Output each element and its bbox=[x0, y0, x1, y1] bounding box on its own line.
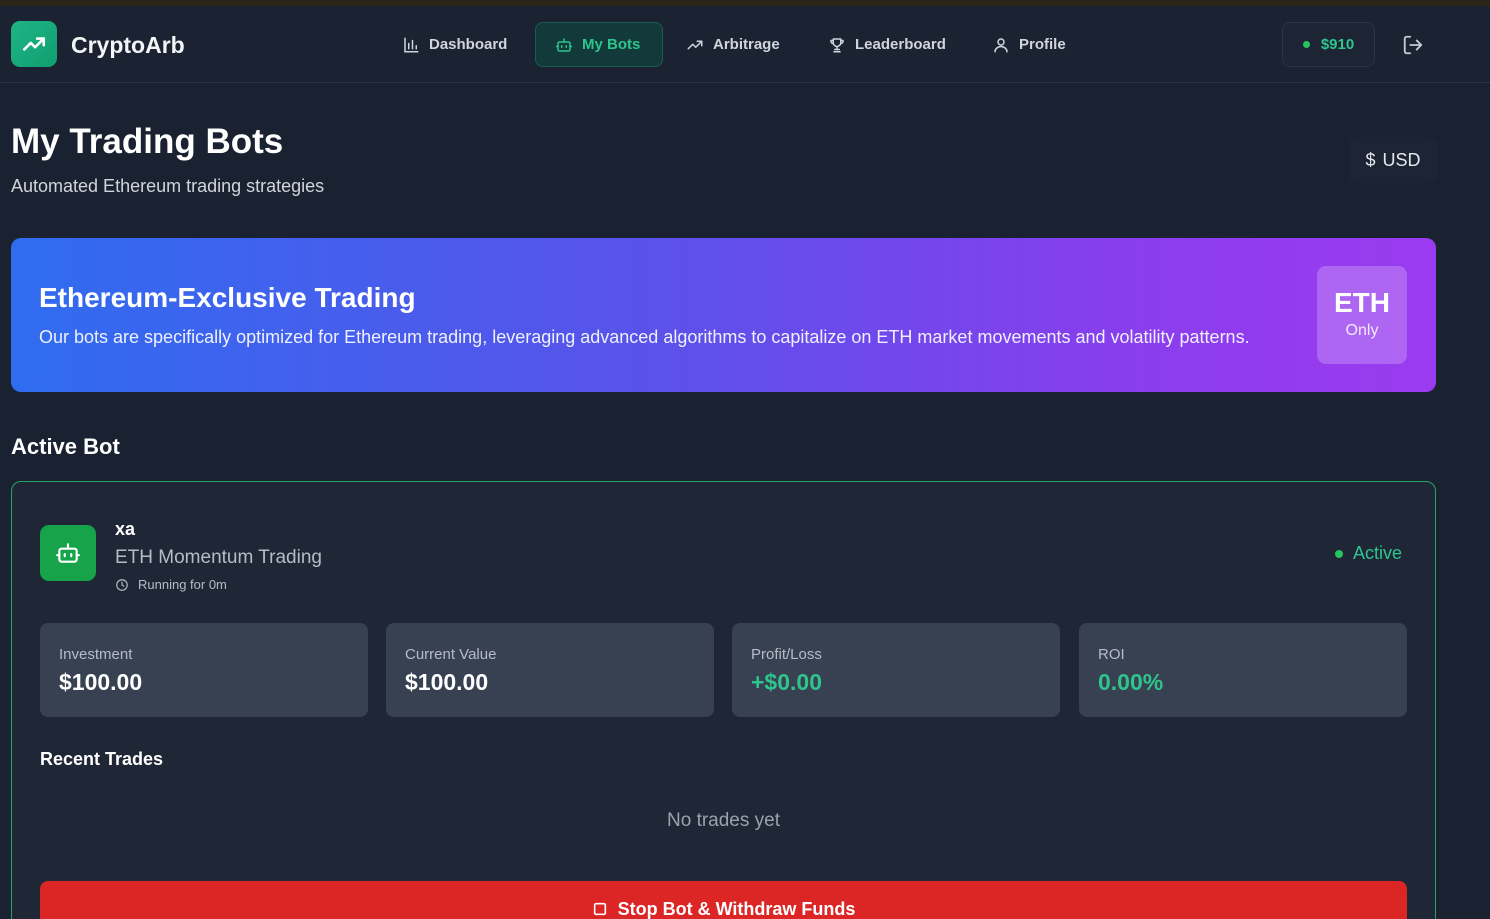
bar-chart-icon bbox=[404, 37, 419, 52]
logout-icon bbox=[1403, 35, 1423, 55]
stat-value: +$0.00 bbox=[751, 669, 822, 695]
stat-value: $100.00 bbox=[405, 669, 489, 695]
nav-profile-label: Profile bbox=[1019, 36, 1066, 53]
stat-value: $100.00 bbox=[59, 669, 143, 695]
stat-roi: ROI 0.00% bbox=[1079, 623, 1407, 717]
nav-dashboard[interactable]: Dashboard bbox=[390, 22, 519, 67]
nav-dashboard-label: Dashboard bbox=[429, 36, 508, 53]
stat-profit-loss: Profit/Loss +$0.00 bbox=[732, 623, 1060, 717]
nav-leaderboard[interactable]: Leaderboard bbox=[816, 22, 958, 67]
brand-name[interactable]: CryptoArb bbox=[71, 32, 185, 59]
status-dot bbox=[1302, 41, 1310, 48]
page-subtitle: Automated Ethereum trading strategies bbox=[11, 176, 325, 196]
page-title: My Trading Bots bbox=[11, 122, 284, 161]
banner-title: Ethereum-Exclusive Trading bbox=[39, 282, 416, 313]
trending-up-icon bbox=[687, 40, 703, 49]
eth-banner: Ethereum-Exclusive Trading Our bots are … bbox=[11, 238, 1436, 392]
eth-badge-sub: Only bbox=[1345, 322, 1379, 339]
stat-value: 0.00% bbox=[1098, 669, 1164, 695]
trending-up-icon bbox=[22, 37, 46, 51]
logout-button[interactable] bbox=[1402, 34, 1424, 61]
stat-label: ROI bbox=[1098, 646, 1125, 663]
bot-status-label: Active bbox=[1353, 543, 1403, 563]
stat-label: Investment bbox=[59, 646, 133, 663]
stop-bot-button[interactable]: Stop Bot & Withdraw Funds bbox=[40, 881, 1407, 919]
logo[interactable] bbox=[11, 21, 57, 67]
stat-label: Current Value bbox=[405, 646, 497, 663]
stat-label: Profit/Loss bbox=[751, 646, 822, 663]
nav-profile[interactable]: Profile bbox=[980, 22, 1078, 67]
nav-leaderboard-label: Leaderboard bbox=[855, 36, 946, 53]
dollar-icon: $ bbox=[1365, 149, 1376, 170]
bot-name: xa bbox=[115, 519, 136, 539]
bot-avatar bbox=[40, 525, 96, 581]
stop-bot-label: Stop Bot & Withdraw Funds bbox=[617, 899, 856, 919]
bot-icon bbox=[56, 543, 80, 563]
clock-icon bbox=[116, 578, 128, 591]
stop-icon bbox=[593, 902, 606, 916]
bot-running-label: Running for 0m bbox=[138, 577, 227, 592]
recent-trades-heading: Recent Trades bbox=[40, 749, 164, 769]
currency-selector[interactable]: $ USD bbox=[1349, 137, 1437, 183]
eth-only-badge: ETH Only bbox=[1317, 266, 1407, 364]
nav-my-bots-label: My Bots bbox=[582, 36, 641, 53]
user-icon bbox=[994, 37, 1008, 52]
top-navbar: CryptoArb Dashboard My Bots Arbitrage Le… bbox=[0, 6, 1490, 83]
eth-badge-main: ETH bbox=[1334, 287, 1390, 318]
nav-arbitrage[interactable]: Arbitrage bbox=[674, 22, 792, 67]
status-dot bbox=[1335, 549, 1343, 558]
nav-my-bots[interactable]: My Bots bbox=[535, 22, 663, 67]
active-bot-heading: Active Bot bbox=[11, 434, 120, 459]
banner-text: Our bots are specifically optimized for … bbox=[39, 327, 1250, 347]
trophy-icon bbox=[830, 37, 844, 52]
bot-running-time: Running for 0m bbox=[115, 577, 227, 592]
nav-arbitrage-label: Arbitrage bbox=[713, 36, 780, 53]
bot-icon bbox=[555, 37, 573, 52]
stat-current-value: Current Value $100.00 bbox=[386, 623, 714, 717]
balance-value: $910 bbox=[1320, 36, 1355, 53]
no-trades-message: No trades yet bbox=[667, 810, 780, 831]
bot-status: Active bbox=[1335, 543, 1402, 564]
bot-strategy: ETH Momentum Trading bbox=[115, 547, 322, 568]
currency-label: USD bbox=[1382, 149, 1421, 170]
stat-investment: Investment $100.00 bbox=[40, 623, 368, 717]
balance-badge[interactable]: $910 bbox=[1282, 22, 1375, 67]
active-bot-card: xa ETH Momentum Trading Running for 0m A… bbox=[11, 481, 1436, 919]
